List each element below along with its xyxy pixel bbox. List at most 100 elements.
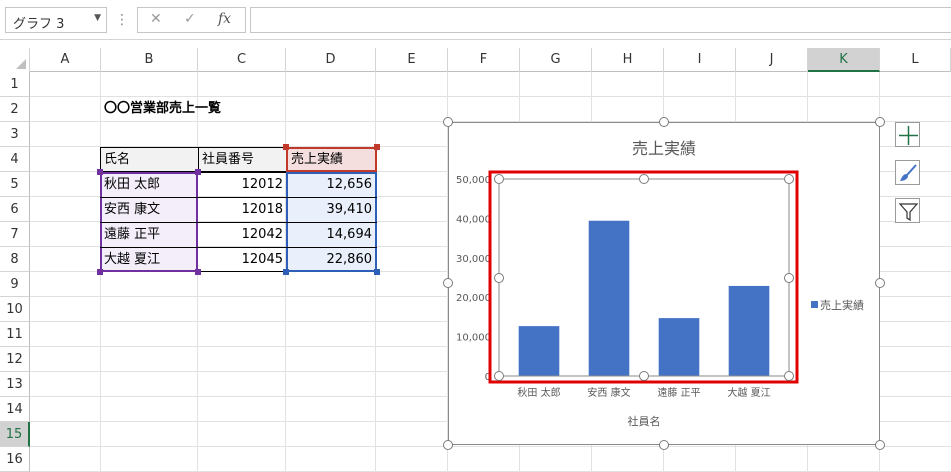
x-tick-label: 安西 康文 — [587, 386, 630, 399]
chart-title[interactable]: 売上実績 — [632, 139, 696, 158]
sheet-title[interactable]: 〇〇営業部売上一覧 — [104, 97, 304, 121]
row-header-16[interactable]: 16 — [0, 447, 30, 472]
row-header-4[interactable]: 4 — [0, 147, 30, 172]
cell-name[interactable]: 秋田 太郎 — [101, 173, 197, 197]
range-handle[interactable] — [374, 144, 380, 150]
column-header-j[interactable]: J — [736, 48, 808, 72]
select-all-button[interactable] — [0, 48, 30, 72]
row-header-1[interactable]: 1 — [0, 72, 30, 97]
x-axis: 秋田 太郎 安西 康文 遠藤 正平 大越 夏江 — [517, 386, 770, 399]
chart-resize-handle[interactable] — [659, 117, 669, 127]
chart-resize-handle[interactable] — [875, 440, 885, 450]
range-handle[interactable] — [283, 144, 289, 150]
column-header-f[interactable]: F — [448, 48, 520, 72]
y-axis: 010,00020,00030,00040,00050,000 — [456, 175, 491, 383]
name-box[interactable]: グラフ 3 ▼ — [5, 7, 107, 33]
row-header-11[interactable]: 11 — [0, 322, 30, 347]
row-header-7[interactable]: 7 — [0, 222, 30, 247]
column-header-c[interactable]: C — [198, 48, 286, 72]
row-header-9[interactable]: 9 — [0, 272, 30, 297]
cell-name[interactable]: 大越 夏江 — [101, 248, 197, 272]
header-cell-sales[interactable]: 売上実績 — [286, 147, 377, 172]
header-sales-text: 売上実績 — [291, 152, 344, 167]
plot-resize-handle[interactable] — [494, 273, 504, 283]
cell-id[interactable]: 12018 — [198, 198, 286, 222]
chart-object[interactable]: 売上実績 0 10,000 20,000 30,000 40,000 50,000 秋田 … — [448, 122, 880, 445]
column-header-e[interactable]: E — [376, 48, 448, 72]
row-header-15[interactable]: 15 — [0, 422, 30, 447]
range-handle[interactable] — [97, 269, 103, 275]
range-handle[interactable] — [195, 269, 201, 275]
enter-icon[interactable]: ✓ — [184, 11, 196, 27]
y-tick-label: 20,000 — [456, 293, 491, 304]
cell-id[interactable]: 12012 — [198, 173, 286, 197]
cell-id[interactable]: 12042 — [198, 223, 286, 247]
formula-input[interactable] — [250, 7, 951, 33]
cell-sales[interactable]: 39,410 — [287, 198, 375, 222]
plot-resize-handle[interactable] — [639, 371, 649, 381]
chart-styles-icon — [900, 164, 917, 181]
plot-resize-handle[interactable] — [494, 371, 504, 381]
bar[interactable] — [588, 220, 630, 376]
row-header-3[interactable]: 3 — [0, 122, 30, 147]
row-header-10[interactable]: 10 — [0, 297, 30, 322]
cell-name[interactable]: 安西 康文 — [101, 198, 197, 222]
y-tick-label: 50,000 — [456, 175, 491, 186]
cancel-icon[interactable]: ✕ — [150, 11, 162, 27]
row-header-13[interactable]: 13 — [0, 372, 30, 397]
chart-resize-handle[interactable] — [875, 117, 885, 127]
plot-resize-handle[interactable] — [784, 371, 794, 381]
chart-styles-button[interactable] — [895, 160, 920, 185]
column-header-g[interactable]: G — [520, 48, 592, 72]
bar[interactable] — [658, 318, 700, 376]
cell-sales[interactable]: 22,860 — [287, 248, 375, 272]
formula-bar-grip-icon[interactable]: ⋮ — [115, 10, 129, 30]
bar-chart: 売上実績 010,00020,00030,00040,00050,000 秋田 … — [456, 139, 864, 428]
y-tick-label: 40,000 — [456, 214, 491, 225]
name-box-value: グラフ 3 — [13, 17, 65, 32]
chart-elements-button[interactable] — [895, 122, 920, 147]
plot-resize-handle[interactable] — [494, 174, 504, 184]
header-cell-id[interactable]: 社員番号 — [198, 147, 286, 172]
column-header-h[interactable]: H — [592, 48, 664, 72]
x-axis-title[interactable]: 社員名 — [628, 414, 661, 428]
chevron-down-icon[interactable]: ▼ — [94, 13, 101, 23]
column-header-b[interactable]: B — [101, 48, 198, 72]
column-header-i[interactable]: I — [664, 48, 736, 72]
chart-filters-button[interactable] — [895, 198, 920, 223]
chart-resize-handle[interactable] — [659, 440, 669, 450]
range-handle[interactable] — [195, 169, 201, 175]
range-handle[interactable] — [374, 269, 380, 275]
bar[interactable] — [518, 326, 560, 376]
plot-resize-handle[interactable] — [784, 174, 794, 184]
range-handle[interactable] — [97, 169, 103, 175]
x-tick-label: 大越 夏江 — [727, 386, 770, 399]
plot-resize-handle[interactable] — [639, 174, 649, 184]
row-header-8[interactable]: 8 — [0, 247, 30, 272]
cell-name[interactable]: 遠藤 正平 — [101, 223, 197, 247]
legend-label[interactable]: 売上実績 — [820, 298, 864, 312]
cell-sales[interactable]: 14,694 — [287, 223, 375, 247]
chart-resize-handle[interactable] — [443, 117, 453, 127]
header-cell-name[interactable]: 氏名 — [100, 147, 198, 172]
cell-id[interactable]: 12045 — [198, 248, 286, 272]
legend-swatch — [811, 301, 818, 308]
row-header-12[interactable]: 12 — [0, 347, 30, 372]
chart-elements-icon — [899, 126, 918, 145]
bar[interactable] — [728, 285, 770, 376]
chart-resize-handle[interactable] — [875, 278, 885, 288]
insert-function-icon[interactable]: fx — [218, 11, 231, 27]
plot-resize-handle[interactable] — [784, 273, 794, 283]
range-handle[interactable] — [283, 269, 289, 275]
row-header-5[interactable]: 5 — [0, 172, 30, 197]
column-header-d[interactable]: D — [286, 48, 376, 72]
column-header-a[interactable]: A — [30, 48, 101, 72]
chart-resize-handle[interactable] — [443, 440, 453, 450]
column-header-k[interactable]: K — [808, 48, 880, 72]
cell-sales[interactable]: 12,656 — [287, 173, 375, 197]
chart-resize-handle[interactable] — [443, 278, 453, 288]
row-header-2[interactable]: 2 — [0, 97, 30, 122]
row-header-6[interactable]: 6 — [0, 197, 30, 222]
row-header-14[interactable]: 14 — [0, 397, 30, 422]
column-header-l[interactable]: L — [880, 48, 951, 72]
